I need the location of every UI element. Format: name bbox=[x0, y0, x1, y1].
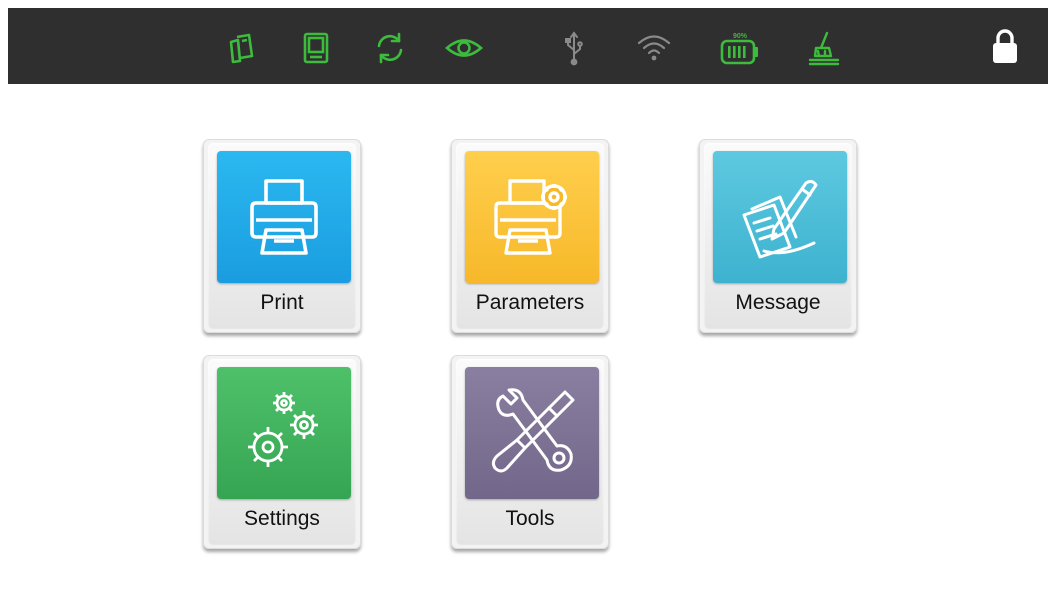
usb-icon[interactable] bbox=[554, 28, 594, 68]
tablet-icon[interactable] bbox=[296, 28, 336, 68]
message-tile-button[interactable]: Message bbox=[699, 139, 857, 333]
tile-frame: Message bbox=[704, 143, 852, 329]
tile-frame: Parameters bbox=[456, 143, 604, 329]
tools-tile-button[interactable]: Tools bbox=[451, 355, 609, 549]
tile-frame: Tools bbox=[456, 359, 604, 545]
cleaning-icon[interactable] bbox=[804, 28, 844, 68]
tile-label: Parameters bbox=[475, 291, 585, 314]
cards-icon[interactable] bbox=[222, 28, 262, 68]
wrench-screwdriver-icon bbox=[465, 367, 599, 499]
wifi-icon[interactable] bbox=[634, 28, 674, 68]
eye-icon[interactable] bbox=[444, 28, 484, 68]
document-pen-icon bbox=[713, 151, 847, 283]
parameters-tile-button[interactable]: Parameters bbox=[451, 139, 609, 333]
print-tile-button[interactable]: Print bbox=[203, 139, 361, 333]
printer-icon bbox=[217, 151, 351, 283]
tile-frame: Settings bbox=[208, 359, 356, 545]
sync-icon[interactable] bbox=[370, 28, 410, 68]
battery-icon: 90% bbox=[718, 28, 762, 68]
lock-icon bbox=[993, 29, 1017, 63]
tile-label: Settings bbox=[244, 507, 320, 530]
battery-level-label: 90% bbox=[733, 33, 748, 40]
tile-label: Message bbox=[735, 291, 821, 314]
tile-frame: Print bbox=[208, 143, 356, 329]
tile-label: Print bbox=[260, 291, 304, 314]
settings-tile-button[interactable]: Settings bbox=[203, 355, 361, 549]
gears-icon bbox=[217, 367, 351, 499]
printer-gear-icon bbox=[465, 151, 599, 283]
status-bar: 90% bbox=[8, 8, 1048, 84]
tile-label: Tools bbox=[505, 507, 555, 530]
lock-button[interactable] bbox=[985, 24, 1025, 68]
